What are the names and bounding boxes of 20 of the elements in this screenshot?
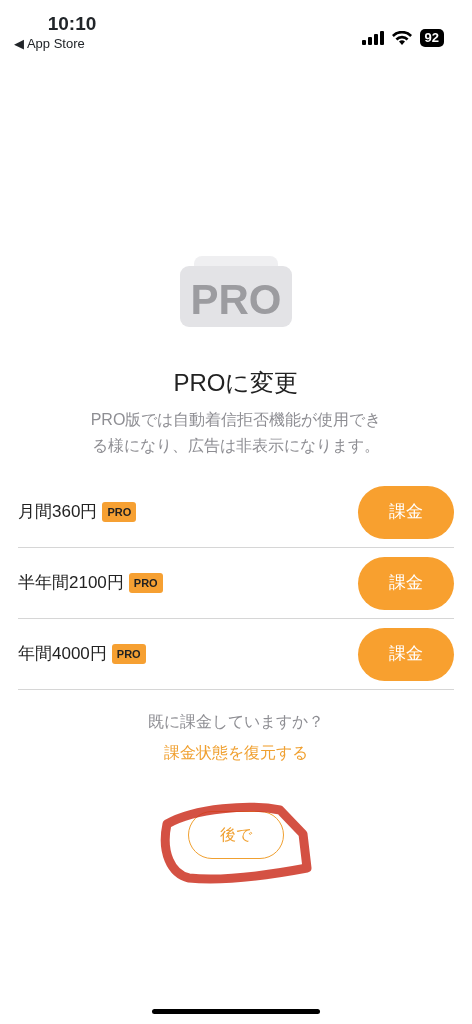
home-indicator[interactable] [152,1009,320,1014]
title: PROに変更 [173,368,299,398]
status-time: 10:10 [46,14,98,33]
purchase-button[interactable]: 課金 [358,485,454,539]
restore-link[interactable]: 課金状態を復元する [164,741,308,765]
pro-tag: PRO [111,643,146,665]
plan-name: 半年間2100円 [18,572,124,595]
back-link[interactable]: ◀ App Store [14,37,130,50]
purchase-button[interactable]: 課金 [358,627,454,681]
later-button[interactable]: 後で [188,811,284,859]
plan-name: 年間4000円 [18,643,107,666]
plan-name: 月間360円 [18,501,98,524]
purchase-button[interactable]: 課金 [358,556,454,610]
pro-tag: PRO [102,501,137,523]
description: PRO版では自動着信拒否機能が使用できる様になり、広告は非表示になります。 [89,410,383,456]
pro-tag: PRO [128,572,163,594]
battery-level: 92 [419,29,444,47]
restore-question: 既に課金していますか？ [148,712,324,732]
signal-icon [361,31,384,45]
wifi-icon [391,31,412,45]
